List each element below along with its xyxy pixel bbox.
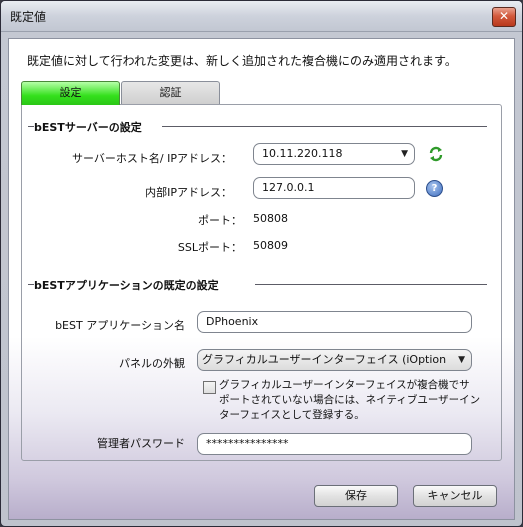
tab-authentication[interactable]: 認証	[121, 81, 220, 104]
cancel-button[interactable]: キャンセル	[413, 485, 497, 507]
tab-settings[interactable]: 設定	[21, 81, 120, 105]
admin-password-label: 管理者パスワード	[97, 437, 185, 450]
panel-look-select[interactable]: グラフィカルユーザーインターフェイス (iOption ▼	[197, 349, 472, 371]
section-divider	[255, 284, 487, 285]
panel-look-label: パネルの外観	[119, 357, 185, 370]
admin-password-input[interactable]: ***************	[197, 433, 472, 455]
settings-dialog: 既定値 ✕ 既定値に対して行われた変更は、新しく追加された複合機にのみ適用されま…	[0, 0, 523, 527]
panel-look-value: グラフィカルユーザーインターフェイス (iOption	[202, 353, 447, 366]
native-ui-checkbox[interactable]	[203, 381, 216, 394]
dialog-body: 既定値に対して行われた変更は、新しく追加された複合機にのみ適用されます。 設定 …	[8, 38, 515, 520]
internal-ip-input[interactable]: 127.0.0.1	[253, 177, 415, 199]
port-value: 50808	[253, 212, 288, 225]
section-divider	[28, 284, 34, 285]
save-button[interactable]: 保存	[314, 485, 398, 507]
ssl-port-label: SSLポート：	[177, 241, 242, 254]
app-name-label: bEST アプリケーション名	[55, 319, 185, 332]
server-host-value: 10.11.220.118	[262, 147, 343, 160]
refresh-icon[interactable]	[428, 146, 444, 162]
section-divider	[162, 126, 487, 127]
internal-ip-label: 内部IPアドレス：	[145, 186, 232, 199]
app-section-title: bESTアプリケーションの既定の設定	[34, 279, 219, 292]
notice-text: 既定値に対して行われた変更は、新しく追加された複合機にのみ適用されます。	[27, 54, 457, 68]
native-ui-checkbox-label-2: ポートされていない場合には、ネイティブユーザーイン	[219, 394, 481, 406]
server-host-label: サーバーホスト名/ IPアドレス：	[72, 152, 232, 165]
help-icon[interactable]: ?	[426, 180, 443, 197]
chevron-down-icon: ▼	[401, 149, 408, 159]
section-divider	[28, 126, 34, 127]
close-icon[interactable]: ✕	[492, 7, 516, 27]
native-ui-checkbox-label-3: ターフェイスとして登録する。	[219, 409, 365, 421]
app-name-input[interactable]: DPhoenix	[197, 311, 472, 333]
settings-panel: bESTサーバーの設定 サーバーホスト名/ IPアドレス： 10.11.220.…	[21, 104, 502, 461]
server-section-title: bESTサーバーの設定	[34, 121, 142, 134]
title-bar: 既定値 ✕	[1, 1, 522, 32]
chevron-down-icon: ▼	[458, 355, 465, 365]
window-title: 既定値	[10, 10, 47, 24]
port-label: ポート：	[198, 214, 242, 227]
native-ui-checkbox-label-1: グラフィカルユーザーインターフェイスが複合機でサ	[219, 379, 470, 391]
server-host-select[interactable]: 10.11.220.118 ▼	[253, 143, 415, 165]
ssl-port-value: 50809	[253, 239, 288, 252]
